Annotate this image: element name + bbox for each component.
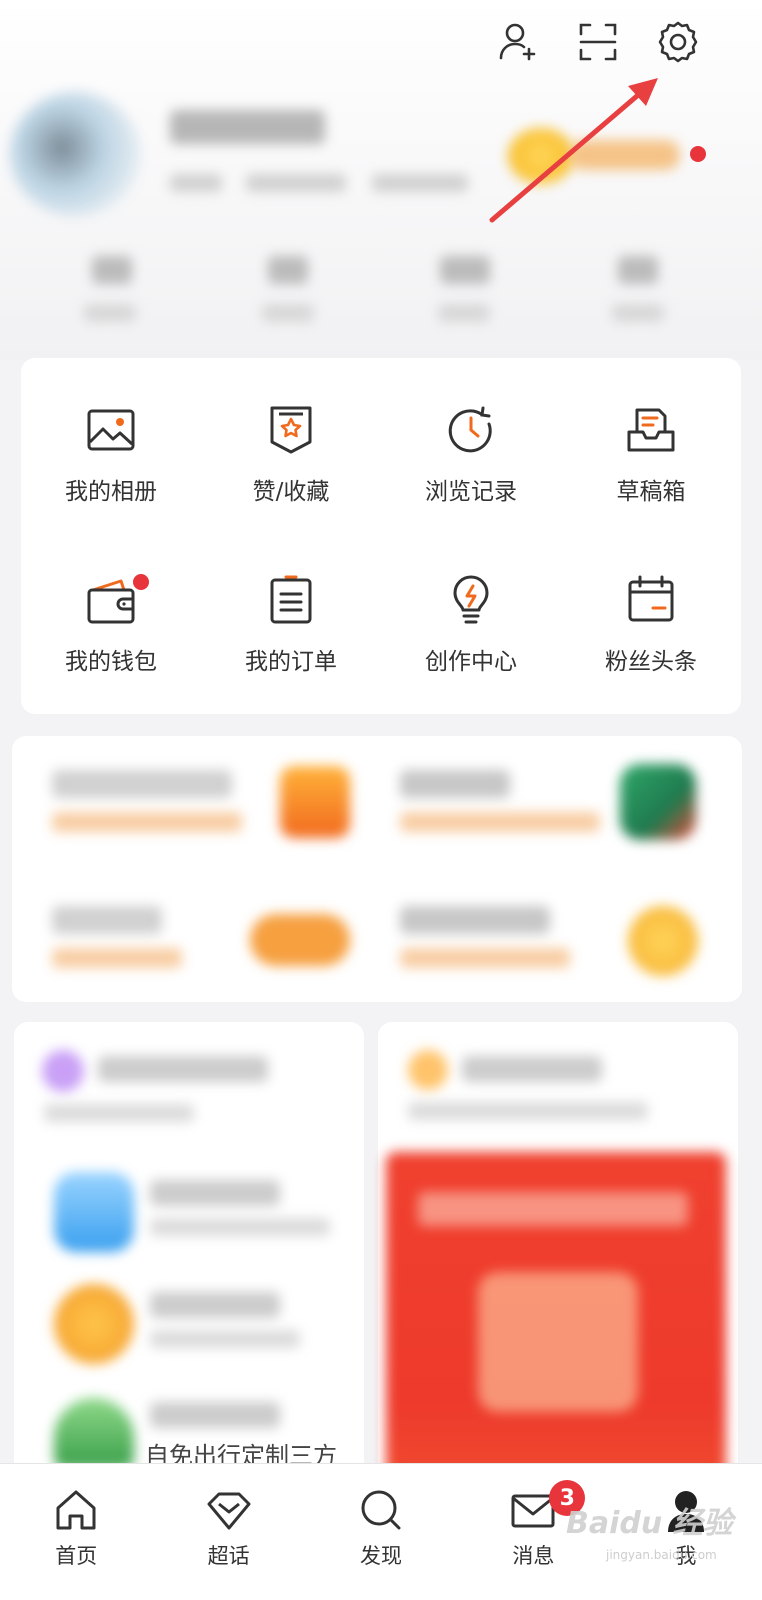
fans-headline-calendar-icon: [628, 575, 674, 622]
scan-icon[interactable]: [574, 18, 622, 66]
promo-title-blurred: [418, 1192, 688, 1226]
feature-subtitle-blurred: [52, 948, 182, 968]
card-title-blurred: [98, 1056, 268, 1082]
feature-button-blurred[interactable]: [250, 914, 350, 966]
card-icon-blurred: [408, 1050, 448, 1090]
stat-value-blurred[interactable]: [618, 256, 658, 284]
profile-meta-blurred: [170, 174, 222, 192]
tab-label: 消息: [512, 1544, 555, 1568]
grid-item-likes-favorites[interactable]: 赞/收藏: [201, 362, 381, 532]
grid-item-label: 草稿箱: [616, 479, 686, 505]
feature-subtitle-blurred: [400, 812, 600, 832]
username-blurred: [170, 110, 325, 144]
tab-super-topic[interactable]: 超话: [152, 1464, 304, 1600]
feature-image-blurred[interactable]: [280, 766, 350, 838]
card-icon-blurred: [42, 1050, 84, 1092]
grid-item-label: 赞/收藏: [252, 479, 330, 505]
stat-label-blurred: [84, 304, 136, 322]
watermark-logo: Baidu 经验: [566, 1506, 733, 1541]
wallet-notification-dot: [133, 574, 149, 590]
like-favorite-icon: [270, 406, 312, 454]
photo-album-icon: [87, 409, 135, 451]
card-subtitle-blurred: [408, 1102, 648, 1120]
grid-item-orders[interactable]: 我的订单: [201, 532, 381, 702]
orders-clipboard-icon: [270, 575, 312, 624]
feature-subtitle-blurred: [52, 812, 242, 832]
avatar[interactable]: [10, 92, 140, 216]
list-title-blurred: [150, 1180, 280, 1206]
feature-title-blurred: [400, 770, 510, 798]
feature-card-blurred: [12, 736, 742, 1002]
history-clock-icon: [448, 406, 492, 453]
stat-value-blurred[interactable]: [268, 256, 308, 284]
vip-badge[interactable]: [508, 128, 574, 184]
grid-item-label: 我的订单: [245, 649, 337, 675]
stat-label-blurred: [438, 304, 490, 322]
list-title-blurred: [150, 1292, 280, 1318]
vip-label-blurred[interactable]: [570, 140, 680, 170]
tab-discover[interactable]: 发现: [305, 1464, 457, 1600]
tab-label: 超话: [207, 1544, 250, 1568]
home-icon: [56, 1490, 96, 1530]
list-subtitle-blurred: [150, 1330, 300, 1348]
search-icon: [361, 1490, 401, 1530]
creator-bulb-icon: [453, 575, 489, 624]
tab-label: 发现: [360, 1544, 403, 1568]
profile-meta-blurred: [246, 174, 346, 192]
stat-value-blurred[interactable]: [92, 256, 132, 284]
watermark-url: jingyan.baidu.com: [606, 1548, 717, 1562]
grid-item-history[interactable]: 浏览记录: [381, 362, 561, 532]
stat-label-blurred: [262, 304, 314, 322]
stat-value-blurred[interactable]: [440, 256, 490, 284]
profile-meta-blurred: [372, 174, 468, 192]
promo-image-blurred: [478, 1272, 638, 1412]
grid-item-fans-headline[interactable]: 粉丝头条: [561, 532, 741, 702]
card-subtitle-blurred: [44, 1104, 194, 1122]
grid-item-label: 粉丝头条: [605, 649, 697, 675]
watermark: Baidu 经验 jingyan.baidu.com: [566, 1498, 733, 1562]
tab-home[interactable]: 首页: [0, 1464, 152, 1600]
wallet-icon: [87, 579, 135, 624]
feature-image-blurred[interactable]: [628, 906, 698, 976]
feature-title-blurred: [400, 906, 550, 934]
settings-icon[interactable]: [654, 18, 702, 66]
list-thumb-blurred[interactable]: [54, 1172, 134, 1252]
tab-label: 首页: [55, 1544, 98, 1568]
list-thumb-blurred[interactable]: [54, 1284, 134, 1364]
list-thumb-blurred[interactable]: [54, 1398, 134, 1468]
diamond-icon: [207, 1492, 251, 1530]
card-title-blurred: [462, 1056, 602, 1082]
grid-item-label: 我的相册: [65, 479, 157, 505]
grid-item-label: 创作中心: [425, 649, 517, 675]
list-title-blurred: [150, 1402, 280, 1428]
grid-item-creator-center[interactable]: 创作中心: [381, 532, 561, 702]
grid-item-label: 我的钱包: [65, 649, 157, 675]
drafts-inbox-icon: [627, 408, 675, 452]
feature-title-blurred: [52, 770, 232, 798]
feature-image-blurred[interactable]: [620, 764, 696, 840]
list-subtitle-blurred: [150, 1218, 330, 1236]
grid-item-drafts[interactable]: 草稿箱: [561, 362, 741, 532]
add-friend-icon[interactable]: [494, 18, 542, 66]
grid-item-wallet[interactable]: 我的钱包: [21, 532, 201, 702]
shortcut-grid-card: 我的相册 赞/收藏 浏览记录 草稿箱 我的钱包 我的订单 创作中心 粉丝头条: [21, 358, 741, 714]
grid-item-label: 浏览记录: [425, 479, 517, 505]
notification-dot: [690, 146, 706, 162]
stat-label-blurred: [612, 304, 664, 322]
feature-title-blurred: [52, 906, 162, 934]
grid-item-album[interactable]: 我的相册: [21, 362, 201, 532]
feature-subtitle-blurred: [400, 948, 570, 968]
